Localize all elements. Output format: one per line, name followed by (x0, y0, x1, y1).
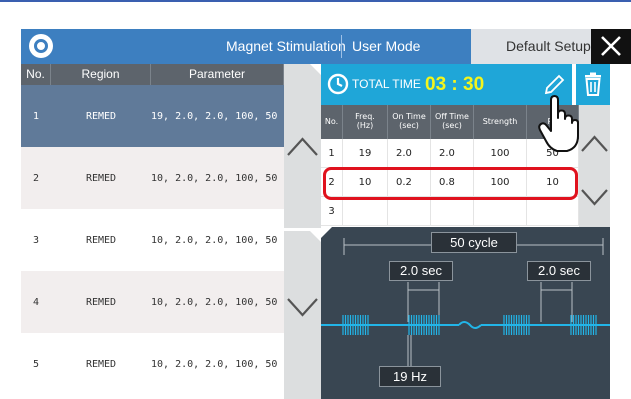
waveform-panel: 50 cycle 2.0 sec 2.0 sec 19 Hz (321, 227, 610, 399)
param-no: 3 (321, 197, 343, 225)
param-off-time (431, 197, 474, 225)
clock-icon (327, 73, 349, 95)
param-strength: 100 (474, 139, 527, 167)
param-freq: 19 (343, 139, 388, 167)
default-setup-button[interactable]: Default Setup (471, 29, 591, 64)
row-region: REMED (85, 172, 117, 184)
row-parameter: 10, 2.0, 2.0, 100, 50 (151, 358, 278, 370)
param-scroll-down-button[interactable] (579, 166, 610, 227)
param-on-time (388, 197, 431, 225)
row-parameter: 10, 2.0, 2.0, 100, 50 (151, 296, 278, 308)
column-header-region: Region (51, 64, 151, 85)
chevron-up-icon (581, 135, 608, 152)
param-header-on-unit: (sec) (399, 121, 419, 130)
header-bar: Magnet Stimulation User Mode Default Set… (21, 29, 631, 64)
close-button[interactable] (591, 29, 631, 64)
column-header-no: No. (21, 64, 51, 85)
chevron-up-icon (287, 137, 318, 156)
chevron-down-icon (287, 298, 318, 317)
row-no: 5 (32, 358, 40, 370)
row-no: 2 (32, 172, 40, 184)
frequency-label: 19 Hz (379, 366, 441, 387)
row-parameter: 19, 2.0, 2.0, 100, 50 (151, 110, 278, 122)
on-time-label: 2.0 sec (389, 261, 453, 281)
chevron-down-icon (581, 189, 608, 206)
program-list: No. Region Parameter 1 REMED 19, 2.0, 2.… (21, 64, 284, 399)
top-border (0, 0, 631, 2)
param-header-off-time: Off Time (sec) (431, 105, 474, 139)
row-region: REMED (85, 358, 117, 370)
program-row[interactable]: 4 REMED 10, 2.0, 2.0, 100, 50 (21, 271, 284, 333)
total-time-label: TOTAL TIME (352, 77, 421, 91)
param-header-off-unit: (sec) (442, 121, 462, 130)
cycle-label: 50 cycle (431, 232, 517, 253)
program-row[interactable]: 3 REMED 10, 2.0, 2.0, 100, 50 (21, 209, 284, 271)
row-parameter: 10, 2.0, 2.0, 100, 50 (151, 172, 278, 184)
param-strength (474, 197, 527, 225)
off-time-label: 2.0 sec (527, 261, 591, 281)
app-title: Magnet Stimulation (226, 38, 346, 54)
close-icon (601, 36, 621, 56)
param-off-time: 2.0 (431, 139, 474, 167)
delete-button[interactable] (576, 64, 610, 105)
mode-label: User Mode (352, 38, 421, 54)
param-header-freq: Freq. (Hz) (343, 105, 388, 139)
program-list-scroll (284, 64, 321, 399)
row-no: 4 (32, 296, 40, 308)
param-on-time: 2.0 (388, 139, 431, 167)
param-repeat (527, 197, 579, 225)
row-no: 3 (32, 234, 40, 246)
row-parameter: 10, 2.0, 2.0, 100, 50 (151, 234, 278, 246)
program-row[interactable]: 2 REMED 10, 2.0, 2.0, 100, 50 (21, 147, 284, 209)
header-divider (341, 35, 342, 58)
param-header-on-time: On Time (sec) (388, 105, 431, 139)
program-row[interactable]: 5 REMED 10, 2.0, 2.0, 100, 50 (21, 333, 284, 395)
app-logo-icon (29, 34, 53, 58)
scroll-down-button[interactable] (284, 231, 321, 399)
param-scroll-up-button[interactable] (579, 105, 610, 166)
param-freq (343, 197, 388, 225)
param-header-freq-unit: (Hz) (356, 121, 374, 130)
trash-icon (585, 72, 601, 96)
program-list-header: No. Region Parameter (21, 64, 284, 85)
total-time-value: 03 : 30 (425, 74, 485, 95)
column-header-parameter: Parameter (151, 64, 284, 85)
parameter-row[interactable]: 3 (321, 197, 579, 226)
hand-pointer-icon (538, 95, 579, 152)
parameter-scroll (579, 105, 610, 227)
row-no: 1 (32, 110, 40, 122)
row-region: REMED (85, 110, 117, 122)
param-header-strength: Strength (474, 105, 527, 139)
row-region: REMED (85, 234, 117, 246)
program-row[interactable]: 1 REMED 19, 2.0, 2.0, 100, 50 (21, 85, 284, 147)
scroll-up-button[interactable] (284, 64, 321, 228)
selected-row-highlight (323, 167, 578, 200)
param-no: 1 (321, 139, 343, 167)
row-region: REMED (85, 296, 117, 308)
param-header-no: No. (321, 105, 343, 139)
